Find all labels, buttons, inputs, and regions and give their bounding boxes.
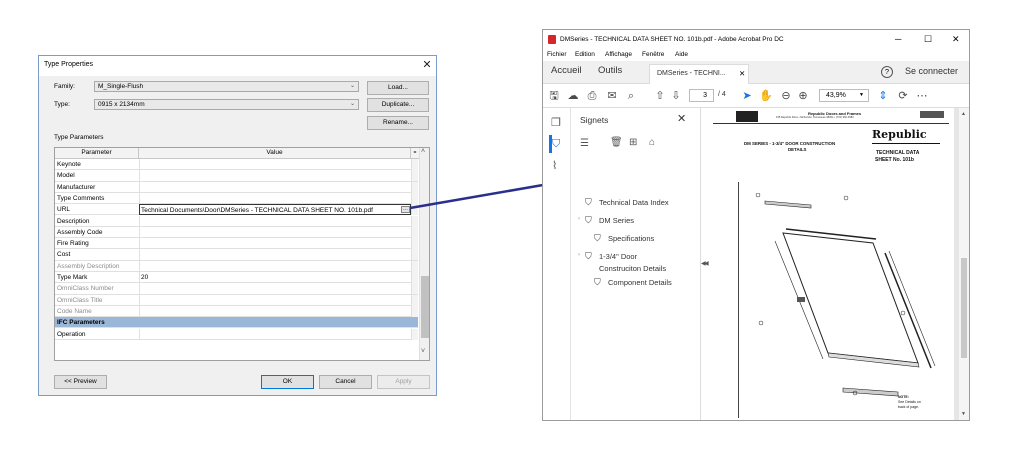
margin-rule	[738, 182, 739, 418]
menu-bar: Fichier Edition Affichage Fenêtre Aide	[543, 49, 969, 61]
maximize-icon[interactable]: ☐	[924, 30, 932, 49]
close-panel-icon[interactable]: ✕	[677, 112, 686, 125]
pages-icon[interactable]: ❐	[551, 116, 561, 129]
minimize-icon[interactable]: ─	[895, 30, 901, 49]
page-total: / 4	[718, 91, 726, 98]
bookmark-technical-data-index[interactable]: Technical Data Index	[599, 198, 669, 208]
expand-arrow-icon[interactable]: ›	[578, 216, 580, 222]
next-page-icon[interactable]: ⇩	[669, 88, 683, 104]
expand-right-icon[interactable]: ◀	[704, 260, 709, 267]
note-line1: See Details on	[898, 400, 921, 404]
bookmark-icon: ⛉	[594, 233, 601, 243]
previous-page-icon[interactable]: ⇧	[653, 88, 667, 104]
help-icon[interactable]: ?	[881, 66, 893, 78]
acrobat-window: DMSeries - TECHNICAL DATA SHEET NO. 101b…	[542, 29, 970, 421]
save-icon[interactable]: 🖫	[547, 88, 561, 104]
menu-affichage[interactable]: Affichage	[605, 49, 632, 61]
zoom-out-icon[interactable]: ⊖	[779, 88, 793, 104]
note-heading: NOTE:	[898, 395, 909, 399]
title-bar: DMSeries - TECHNICAL DATA SHEET NO. 101b…	[543, 30, 969, 49]
document-tab-label: DMSeries - TECHNI...	[657, 70, 726, 77]
select-cursor-icon[interactable]: ➤	[740, 88, 754, 104]
document-scrollbar[interactable]: ▲ ▼	[959, 108, 969, 420]
company-logo-mark	[736, 111, 758, 122]
scroll-up-icon[interactable]: ▲	[961, 111, 966, 117]
logo-rule	[872, 143, 940, 144]
hand-tool-icon[interactable]: ✋	[759, 88, 773, 104]
bookmark-icon: ⛉	[585, 215, 592, 225]
bookmark-dm-series[interactable]: DM Series	[599, 216, 634, 226]
door-exploded-drawing	[755, 193, 936, 397]
delete-icon[interactable]: 🗑	[610, 137, 623, 148]
document-view: Republic Doors and Frames 155 Republic D…	[708, 108, 959, 420]
sheet-heading-line2: DETAILS	[788, 147, 807, 152]
menu-aide[interactable]: Aide	[675, 49, 688, 61]
tds-title-line1: TECHNICAL DATA	[876, 150, 920, 156]
close-icon[interactable]: ✕	[952, 30, 960, 49]
rotate-icon[interactable]: ⟳	[896, 88, 910, 104]
cloud-upload-icon[interactable]: ☁	[566, 88, 580, 104]
bookmark-specifications[interactable]: Specifications	[608, 234, 654, 244]
bookmark-component-details[interactable]: Component Details	[608, 278, 672, 288]
search-icon[interactable]: ⌕	[624, 88, 638, 104]
scrollbar-thumb[interactable]	[961, 258, 967, 358]
page-number-input[interactable]: 3	[689, 89, 714, 102]
tab-bar: Accueil Outils DMSeries - TECHNI... ✕ ? …	[543, 61, 969, 84]
sign-in-link[interactable]: Se connecter	[905, 66, 958, 76]
tab-document[interactable]: DMSeries - TECHNI... ✕	[649, 64, 749, 84]
bookmark-icon: ⛉	[585, 251, 592, 261]
options-menu-icon[interactable]: ☰	[580, 138, 589, 149]
zoom-select[interactable]: 43,9% ▼	[819, 89, 869, 102]
add-bookmark-icon[interactable]: ⊞	[629, 137, 637, 148]
republic-logo: Republic	[872, 128, 927, 141]
expand-arrow-icon[interactable]: ›	[578, 252, 580, 258]
bookmark-door-line2[interactable]: Construciton Details	[599, 264, 666, 274]
tab-home[interactable]: Accueil	[551, 65, 582, 76]
bookmark-icon: ⛉	[585, 197, 592, 207]
tab-tools[interactable]: Outils	[598, 65, 622, 76]
fit-page-icon[interactable]: ⇕	[876, 88, 890, 104]
note-line2: back of page.	[898, 405, 920, 409]
header-rule	[713, 123, 949, 124]
company-address: 155 Republic Drive • McKenzie, Tennessee…	[776, 116, 854, 119]
bookmarks-panel: Signets ✕ ☰ 🗑 ⊞ ⌂ ⛉ Technical Data Index…	[571, 108, 701, 420]
menu-fenetre[interactable]: Fenêtre	[642, 49, 664, 61]
pdf-page: Republic Doors and Frames 155 Republic D…	[708, 108, 954, 420]
acrobat-app-icon	[548, 35, 556, 44]
zoom-value: 43,9%	[826, 92, 846, 99]
zoom-in-icon[interactable]: ⊕	[796, 88, 810, 104]
menu-edition[interactable]: Edition	[575, 49, 595, 61]
print-icon[interactable]: ⎙	[585, 88, 599, 104]
toolbar: 🖫 ☁ ⎙ ✉ ⌕ ⇧ ⇩ 3 / 4 ➤ ✋ ⊖ ⊕ 43,9% ▼ ⇕ ⟳ …	[543, 84, 969, 108]
bookmark-icon: ⛉	[594, 277, 601, 287]
sheet-heading: DM SERIES - 1-3/4" DOOR CONSTRUCTION	[744, 141, 836, 146]
menu-fichier[interactable]: Fichier	[547, 49, 567, 61]
close-tab-icon[interactable]: ✕	[739, 69, 745, 78]
chevron-down-icon: ▼	[859, 92, 864, 98]
window-title: DMSeries - TECHNICAL DATA SHEET NO. 101b…	[560, 36, 784, 43]
navigation-rail: ❐ ⛉ ⌇	[543, 108, 571, 420]
bookmark-door-line1[interactable]: 1-3/4" Door	[599, 252, 637, 262]
panel-title: Signets	[580, 115, 609, 125]
attachment-icon[interactable]: ⌇	[552, 159, 557, 172]
header-stamp	[920, 111, 944, 118]
tds-title-line2: SHEET No. 101b	[875, 157, 914, 163]
bookmarks-icon[interactable]: ⛉	[552, 138, 560, 151]
expand-bookmark-icon[interactable]: ⌂	[649, 137, 655, 148]
more-options-icon[interactable]: ⋯	[915, 88, 929, 104]
email-icon[interactable]: ✉	[605, 88, 619, 104]
scroll-down-icon[interactable]: ▼	[961, 411, 966, 417]
